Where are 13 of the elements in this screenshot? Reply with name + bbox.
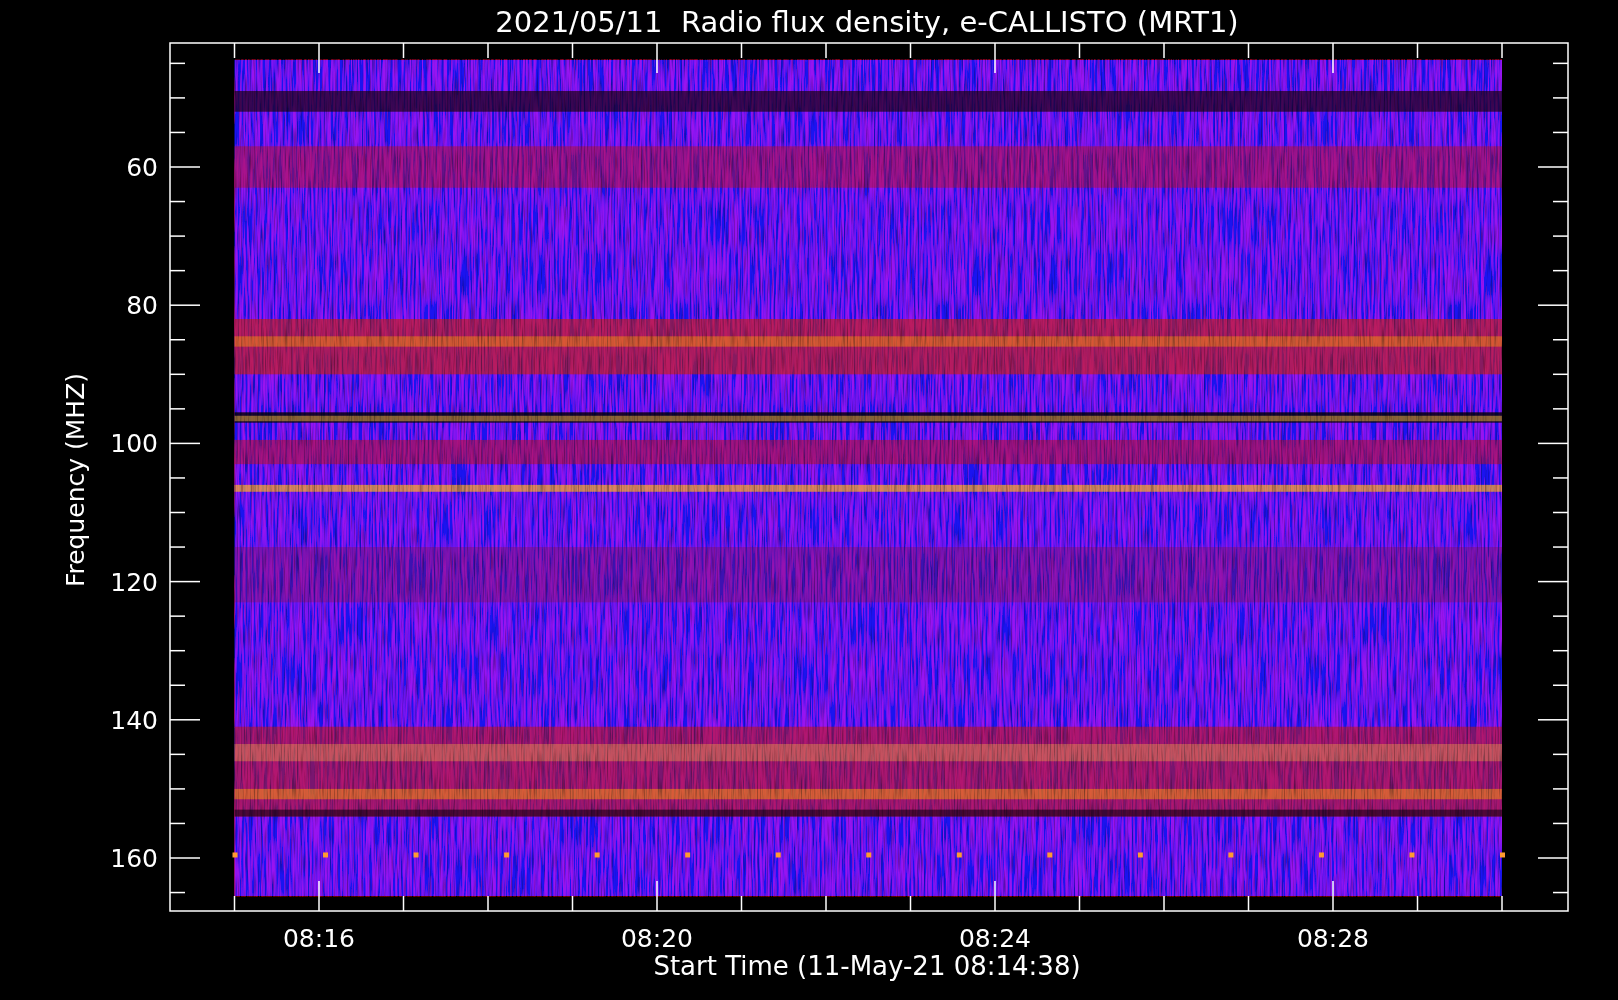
y-tick-label: 80 bbox=[126, 291, 158, 321]
y-tick-label: 160 bbox=[110, 844, 158, 873]
y-axis-label: Frequency (MHZ) bbox=[61, 372, 90, 588]
x-tick-label: 08:16 bbox=[283, 924, 355, 953]
x-tick-label: 08:20 bbox=[621, 924, 693, 953]
y-tick-label: 140 bbox=[110, 705, 158, 735]
x-tick-label: 08:28 bbox=[1297, 924, 1369, 953]
y-tick-label: 100 bbox=[110, 429, 158, 459]
y-tick-label: 60 bbox=[126, 153, 158, 182]
y-tick-label: 120 bbox=[110, 567, 158, 597]
x-tick-label: 08:24 bbox=[959, 924, 1031, 953]
x-axis-label: Start Time (11-May-21 08:14:38) bbox=[653, 951, 1081, 981]
chart-title: 2021/05/11 Radio flux density, e-CALLISTO (MRT1) bbox=[495, 5, 1239, 39]
